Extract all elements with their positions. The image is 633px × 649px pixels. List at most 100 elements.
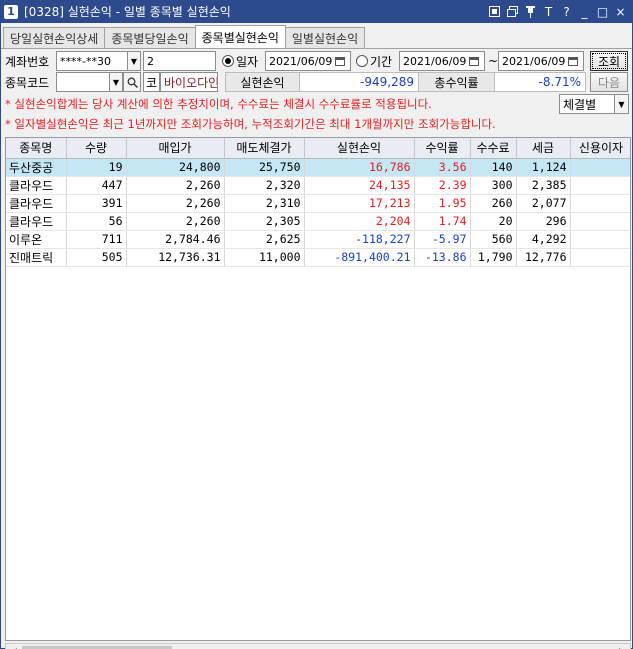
- cell-tax: 2,385: [516, 176, 571, 195]
- close-icon[interactable]: ×: [612, 3, 629, 20]
- table-row[interactable]: 이루온 711 2,784.46 2,625 -118,227 -5.97 560 4,292: [6, 230, 630, 249]
- date-radio[interactable]: [222, 55, 234, 67]
- cell-interest: [570, 194, 630, 213]
- view-mode-value: 체결별: [563, 97, 597, 112]
- cell-sell-price: 25,750: [224, 158, 305, 177]
- cell-sell-price: 2,625: [224, 230, 305, 249]
- search-icon: [127, 77, 138, 88]
- stock-row: 종목코드 ▼ 코 바이오다인 실현손익 -949,289 총수익률 -8.71%…: [1, 71, 632, 93]
- table-header: 종목명 수량 매입가 매도체결가 실현손익 수익률 수수료 세금 신용이자: [6, 138, 630, 159]
- cell-interest: [570, 158, 630, 177]
- window-number-badge: 1: [4, 4, 18, 19]
- chevron-down-icon: ▼: [112, 77, 120, 87]
- tab-stock-daily-pnl[interactable]: 종목별당일손익: [104, 27, 196, 48]
- restore-icon[interactable]: [486, 3, 503, 20]
- col-header-interest[interactable]: 신용이자: [570, 138, 630, 159]
- cell-pnl: 24,135: [304, 176, 415, 195]
- cell-qty: 19: [66, 158, 127, 177]
- tab-stock-realized-pnl[interactable]: 종목별실현손익: [194, 25, 286, 48]
- cell-interest: [570, 212, 630, 231]
- col-header-qty[interactable]: 수량: [66, 138, 127, 159]
- calendar-icon[interactable]: [332, 52, 348, 70]
- tab-bar: 당일실현손익상세 종목별당일손익 종목별실현손익 일별실현손익: [3, 25, 366, 48]
- cell-rate: 1.95: [414, 194, 471, 213]
- cell-buy-price: 24,800: [126, 158, 225, 177]
- cell-sell-price: 2,320: [224, 176, 305, 195]
- cell-rate: 2.39: [414, 176, 471, 195]
- calendar-icon[interactable]: [565, 52, 581, 70]
- maximize-icon[interactable]: □: [594, 3, 611, 20]
- pin-icon[interactable]: [522, 3, 539, 20]
- col-header-rate[interactable]: 수익률: [414, 138, 471, 159]
- col-header-name[interactable]: 종목명: [6, 138, 67, 159]
- total-rate-value: -8.71%: [494, 72, 586, 92]
- note-period-limit: * 일자별실현손익은 최근 1년까지만 조회가능하며, 누적조회기간은 최대 1…: [5, 117, 496, 131]
- font-size-icon[interactable]: T: [540, 3, 557, 20]
- cell-tax: 4,292: [516, 230, 571, 249]
- col-header-tax[interactable]: 세금: [516, 138, 571, 159]
- scroll-right-icon[interactable]: ▶: [615, 644, 630, 649]
- table-row[interactable]: 클라우드 56 2,260 2,305 2,204 1.74 20 296: [6, 212, 630, 231]
- cell-fee: 1,790: [470, 248, 517, 267]
- horizontal-scrollbar[interactable]: ◀ ▶: [5, 643, 631, 649]
- account-dropdown-button[interactable]: ▼: [127, 51, 141, 71]
- tab-daily-realized-detail[interactable]: 당일실현손익상세: [3, 27, 106, 48]
- realized-pnl-value: -949,289: [299, 72, 419, 92]
- period-label: 기간: [370, 54, 393, 69]
- password-input[interactable]: 2: [143, 51, 216, 71]
- cell-name: 클라우드: [6, 194, 67, 213]
- table-row[interactable]: 클라우드 391 2,260 2,310 17,213 1.95 260 2,077: [6, 194, 630, 213]
- cell-qty: 391: [66, 194, 127, 213]
- cell-tax: 296: [516, 212, 571, 231]
- calendar-icon[interactable]: [466, 52, 482, 70]
- pnl-table: 종목명 수량 매입가 매도체결가 실현손익 수익률 수수료 세금 신용이자 두산…: [5, 137, 631, 641]
- help-icon[interactable]: ?: [558, 3, 575, 20]
- cell-interest: [570, 230, 630, 249]
- cell-sell-price: 2,310: [224, 194, 305, 213]
- col-header-buy-price[interactable]: 매입가: [126, 138, 225, 159]
- code-label: 종목코드: [5, 75, 50, 90]
- cell-qty: 447: [66, 176, 127, 195]
- cell-buy-price: 2,260: [126, 194, 225, 213]
- scroll-left-icon[interactable]: ◀: [6, 644, 21, 649]
- table-row[interactable]: 클라우드 447 2,260 2,320 24,135 2.39 300 2,385: [6, 176, 630, 195]
- cell-pnl: 2,204: [304, 212, 415, 231]
- query-button[interactable]: 조회: [590, 51, 628, 71]
- realized-pnl-label: 실현손익: [225, 72, 300, 92]
- cell-pnl: -118,227: [304, 230, 415, 249]
- period-radio[interactable]: [356, 55, 368, 67]
- table-row[interactable]: 두산중공 19 24,800 25,750 16,786 3.56 140 1,124: [6, 158, 630, 177]
- col-header-pnl[interactable]: 실현손익: [304, 138, 415, 159]
- account-select[interactable]: ****-**30: [56, 51, 129, 71]
- view-mode-select[interactable]: 체결별 ▼: [559, 94, 629, 114]
- minimize-icon[interactable]: _: [576, 3, 593, 20]
- window-icon[interactable]: [504, 3, 521, 20]
- cell-pnl: 17,213: [304, 194, 415, 213]
- cell-buy-price: 12,736.31: [126, 248, 225, 267]
- tab-divider: [1, 48, 632, 49]
- account-label: 계좌번호: [5, 54, 50, 69]
- cell-name: 진매트릭: [6, 248, 67, 267]
- col-header-sell-price[interactable]: 매도체결가: [224, 138, 305, 159]
- date-label: 일자: [236, 54, 259, 69]
- cell-tax: 1,124: [516, 158, 571, 177]
- stock-code-input[interactable]: [56, 72, 111, 92]
- chevron-down-icon[interactable]: ▼: [614, 95, 628, 113]
- market-badge: 코: [143, 72, 160, 92]
- cell-buy-price: 2,260: [126, 176, 225, 195]
- col-header-fee[interactable]: 수수료: [470, 138, 517, 159]
- account-row: 계좌번호 ****-**30 ▼ 2 일자 2021/06/09 기간 2021…: [1, 50, 632, 72]
- chevron-down-icon: ▼: [130, 56, 138, 66]
- search-button[interactable]: [123, 72, 141, 92]
- cell-interest: [570, 176, 630, 195]
- cell-fee: 140: [470, 158, 517, 177]
- next-button[interactable]: 다음: [590, 72, 628, 92]
- stock-name-display: 바이오다인: [160, 72, 218, 92]
- cell-name: 클라우드: [6, 212, 67, 231]
- tab-daily-realized-pnl[interactable]: 일별실현손익: [284, 27, 366, 48]
- code-dropdown-button[interactable]: ▼: [109, 72, 123, 92]
- cell-sell-price: 2,305: [224, 212, 305, 231]
- cell-name: 이루온: [6, 230, 67, 249]
- cell-name: 두산중공: [6, 158, 67, 177]
- table-row[interactable]: 진매트릭 505 12,736.31 11,000 -891,400.21 -13.86 1…: [6, 248, 630, 267]
